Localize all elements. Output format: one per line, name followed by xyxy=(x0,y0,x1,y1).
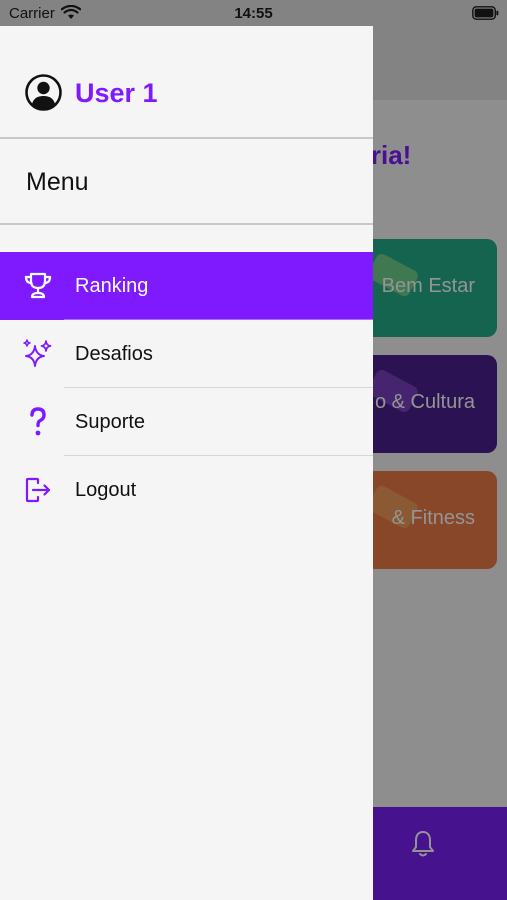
logout-icon xyxy=(25,477,51,503)
menu-item-label: Suporte xyxy=(75,411,146,433)
question-mark-icon xyxy=(30,407,46,436)
menu-title: Menu xyxy=(26,168,89,196)
sparkles-icon xyxy=(23,339,52,367)
status-bar: Carrier 14:55 xyxy=(0,0,507,26)
navigation-drawer: User 1 Menu Ranking Desafios Suporte Log… xyxy=(0,26,373,900)
trophy-icon xyxy=(24,272,52,299)
menu-item-desafios[interactable]: Desafios xyxy=(0,320,373,388)
battery-icon xyxy=(472,6,499,20)
menu-item-label: Logout xyxy=(75,479,137,501)
divider xyxy=(0,137,373,139)
menu-item-label: Desafios xyxy=(75,343,153,365)
menu-item-suporte[interactable]: Suporte xyxy=(0,388,373,456)
drawer-header: User 1 xyxy=(0,26,373,138)
divider xyxy=(0,223,373,225)
clock: 14:55 xyxy=(234,5,273,22)
user-circle-icon xyxy=(25,74,62,111)
menu-item-label: Ranking xyxy=(75,275,149,297)
user-name: User 1 xyxy=(75,78,158,108)
menu-item-logout[interactable]: Logout xyxy=(0,456,373,524)
menu-item-ranking[interactable]: Ranking xyxy=(0,252,373,320)
